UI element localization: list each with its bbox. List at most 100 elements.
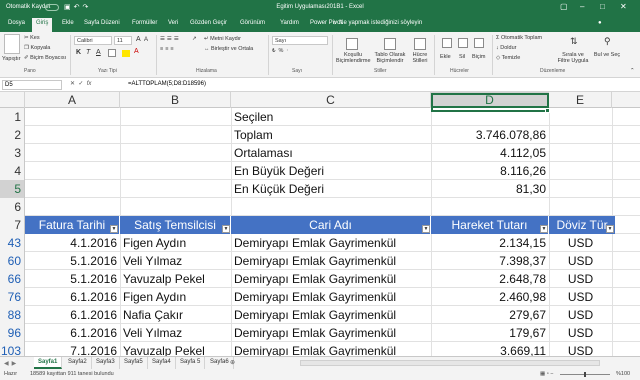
row-number[interactable]: 5 bbox=[0, 180, 25, 198]
find-select-button[interactable]: Bul ve Seç bbox=[592, 52, 622, 58]
sheet-tab-sayfa1[interactable]: Sayfa1 bbox=[34, 357, 63, 369]
format-cells-icon[interactable] bbox=[474, 38, 484, 48]
cell-rep[interactable]: Yavuzalp Pekel bbox=[120, 270, 231, 288]
row-number[interactable]: 66 bbox=[0, 270, 25, 288]
summary-label[interactable]: Seçilen bbox=[231, 108, 431, 126]
cell-currency[interactable]: USD bbox=[549, 306, 612, 324]
summary-value[interactable]: 4.112,05 bbox=[431, 144, 549, 162]
summary-label[interactable]: En Küçük Değeri bbox=[231, 180, 431, 198]
summary-label[interactable]: Ortalaması bbox=[231, 144, 431, 162]
sheet-tab-sayfa3[interactable]: Sayfa3 bbox=[92, 357, 120, 369]
cell-amount[interactable]: 3.669,11 bbox=[431, 342, 549, 356]
conditional-formatting-icon[interactable] bbox=[346, 38, 358, 50]
cell-customer[interactable]: Demiryapı Emlak Gayrimenkül bbox=[231, 270, 431, 288]
cell-rep[interactable]: Nafia Çakır bbox=[120, 306, 231, 324]
worksheet-grid[interactable]: A B C D E 1 Seçilen 2 Toplam 3.746.078,8… bbox=[0, 92, 640, 356]
summary-value[interactable] bbox=[431, 108, 549, 126]
summary-value[interactable]: 8.116,26 bbox=[431, 162, 549, 180]
cell-rep[interactable]: Veli Yılmaz bbox=[120, 252, 231, 270]
sheet-tab-sayfa5[interactable]: Sayfa5 bbox=[120, 357, 148, 369]
number-format-icons[interactable]: ₺%‧ bbox=[272, 48, 291, 54]
view-mode-icons[interactable]: ▦ ▫ − bbox=[540, 371, 553, 377]
grow-font-icon[interactable]: A bbox=[136, 36, 141, 43]
row-number[interactable]: 43 bbox=[0, 234, 25, 252]
sort-filter-icon[interactable]: ⇅ bbox=[570, 36, 578, 47]
row-number[interactable]: 3 bbox=[0, 144, 25, 162]
add-sheet-icon[interactable]: ⊕ bbox=[230, 359, 235, 366]
borders-icon[interactable] bbox=[108, 49, 116, 57]
cell-amount[interactable]: 2.648,78 bbox=[431, 270, 549, 288]
cell-currency[interactable]: USD bbox=[549, 270, 612, 288]
summary-label[interactable]: En Büyük Değeri bbox=[231, 162, 431, 180]
filter-dropdown-icon[interactable]: ▼ bbox=[110, 225, 118, 233]
format-as-table-icon[interactable] bbox=[384, 38, 396, 50]
summary-label[interactable]: Toplam bbox=[231, 126, 431, 144]
cell-customer[interactable]: Demiryapı Emlak Gayrimenkül bbox=[231, 252, 431, 270]
sheet-tab-sayfa4[interactable]: Sayfa4 bbox=[148, 357, 176, 369]
bold-icon[interactable]: K bbox=[76, 49, 81, 56]
font-color-icon[interactable]: A bbox=[134, 48, 139, 55]
clear-button[interactable]: ◇ Temizle bbox=[496, 55, 520, 61]
cell-amount[interactable]: 279,67 bbox=[431, 306, 549, 324]
row-number[interactable]: 88 bbox=[0, 306, 25, 324]
column-header-b[interactable]: B bbox=[120, 92, 231, 108]
tab-formuller[interactable]: Formüller bbox=[132, 20, 157, 26]
enter-icon[interactable]: ✓ bbox=[78, 81, 83, 87]
tab-yardim[interactable]: Yardım bbox=[280, 20, 299, 26]
cell-customer[interactable]: Demiryapı Emlak Gayrimenkül bbox=[231, 288, 431, 306]
filter-active-icon[interactable]: ▼ bbox=[540, 225, 548, 233]
horizontal-scrollbar[interactable] bbox=[300, 360, 600, 366]
cell-customer[interactable]: Demiryapı Emlak Gayrimenkül bbox=[231, 324, 431, 342]
sheet-nav-arrows[interactable]: ◀▶ bbox=[4, 360, 19, 367]
cell-date[interactable]: 4.1.2016 bbox=[25, 234, 120, 252]
cancel-icon[interactable]: ✕ bbox=[70, 81, 75, 87]
cell-currency[interactable]: USD bbox=[549, 288, 612, 306]
row-number[interactable]: 96 bbox=[0, 324, 25, 342]
cell-rep[interactable]: Figen Aydın bbox=[120, 234, 231, 252]
header-cari-adi[interactable]: Cari Adı bbox=[231, 216, 431, 234]
row-number[interactable]: 7 bbox=[0, 216, 25, 234]
delete-cells-icon[interactable] bbox=[458, 38, 468, 48]
header-satis-temsilcisi[interactable]: Satış Temsilcisi bbox=[120, 216, 231, 234]
maximize-icon[interactable]: □ bbox=[600, 2, 605, 11]
cell-date[interactable]: 7.1.2016 bbox=[25, 342, 120, 356]
fill-handle[interactable] bbox=[545, 108, 550, 113]
column-header-e[interactable]: E bbox=[549, 92, 612, 108]
format-painter-button[interactable]: ✐ Biçim Boyacısı bbox=[24, 55, 66, 61]
tab-giris[interactable]: Giriş bbox=[32, 18, 53, 32]
filter-dropdown-icon[interactable]: ▼ bbox=[422, 225, 430, 233]
horizontal-align-icons[interactable]: ≡≡≡ bbox=[160, 46, 176, 52]
cell-rep[interactable]: Veli Yılmaz bbox=[120, 324, 231, 342]
cell-rep[interactable]: Yavuzalp Pekel bbox=[120, 342, 231, 356]
cell-currency[interactable]: USD bbox=[549, 342, 612, 356]
share-icon[interactable]: ● bbox=[598, 20, 602, 26]
row-number[interactable]: 6 bbox=[0, 198, 25, 216]
column-header-c[interactable]: C bbox=[231, 92, 431, 108]
underline-icon[interactable]: A bbox=[96, 49, 101, 56]
tab-dosya[interactable]: Dosya bbox=[8, 20, 25, 26]
zoom-level[interactable]: %100 bbox=[616, 371, 630, 377]
header-fatura-tarihi[interactable]: Fatura Tarihi bbox=[25, 216, 120, 234]
font-name-select[interactable]: Calibri bbox=[74, 36, 112, 45]
minimize-icon[interactable]: – bbox=[580, 2, 584, 11]
cell-amount[interactable]: 2.460,98 bbox=[431, 288, 549, 306]
summary-value[interactable]: 3.746.078,86 bbox=[431, 126, 549, 144]
format-as-table-button[interactable]: Tablo Olarak Biçimlendir bbox=[372, 52, 408, 64]
header-hareket-tutari[interactable]: Hareket Tutarı bbox=[431, 216, 549, 234]
autosum-button[interactable]: Σ Otomatik Toplam bbox=[496, 35, 542, 41]
find-icon[interactable]: ⚲ bbox=[604, 36, 611, 47]
fill-button[interactable]: ↓ Doldur bbox=[496, 45, 516, 51]
delete-cells-button[interactable]: Sil bbox=[459, 54, 465, 60]
copy-button[interactable]: ❐ Kopyala bbox=[24, 45, 50, 51]
format-cells-button[interactable]: Biçim bbox=[472, 54, 485, 60]
collapse-ribbon-icon[interactable]: ⌃ bbox=[630, 68, 635, 74]
cell-customer[interactable]: Demiryapı Emlak Gayrimenkül bbox=[231, 342, 431, 356]
italic-icon[interactable]: T bbox=[86, 49, 90, 56]
column-header-d[interactable]: D bbox=[431, 92, 549, 108]
filter-dropdown-icon[interactable]: ▼ bbox=[222, 225, 230, 233]
conditional-formatting-button[interactable]: Koşullu Biçimlendirme bbox=[336, 52, 371, 64]
formula-input[interactable]: =ALTTOPLAM(5;D8:D18596) bbox=[128, 81, 206, 87]
insert-cells-icon[interactable] bbox=[442, 38, 452, 48]
cell-styles-icon[interactable] bbox=[414, 38, 426, 50]
cell-date[interactable]: 6.1.2016 bbox=[25, 288, 120, 306]
